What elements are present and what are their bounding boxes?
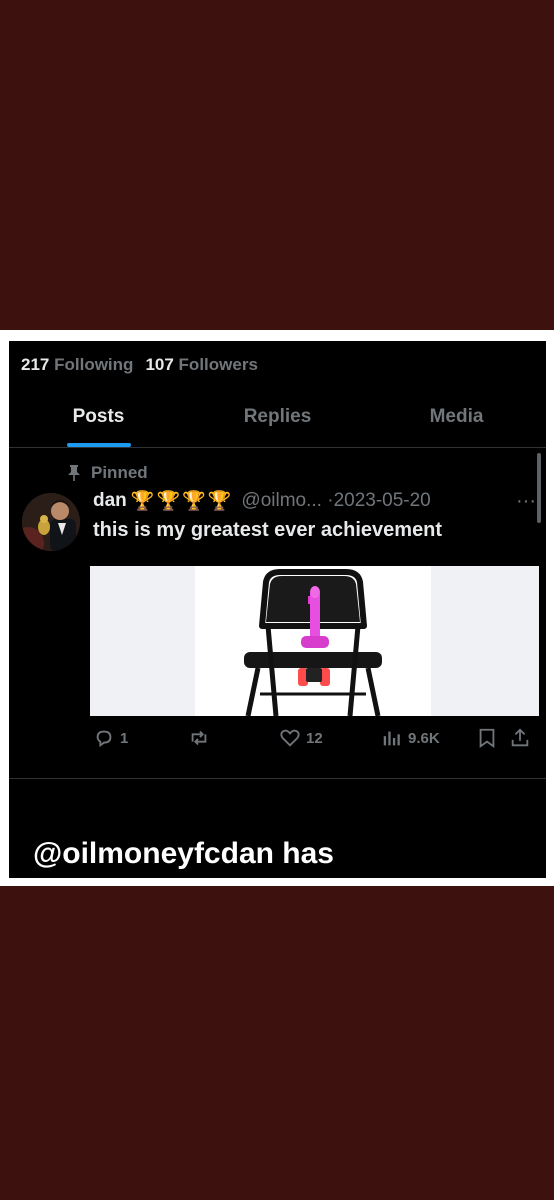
more-options-icon[interactable]: ···	[516, 490, 536, 513]
reply-icon	[96, 730, 112, 748]
tab-replies-label: Replies	[243, 406, 312, 427]
following-label: Following	[54, 355, 134, 374]
pinned-indicator: Pinned	[67, 463, 148, 483]
tab-replies[interactable]: Replies	[188, 391, 367, 447]
heart-icon	[280, 729, 300, 747]
repost-icon	[191, 730, 207, 746]
tab-posts-label: Posts	[72, 406, 125, 427]
followers-count: 107	[145, 355, 174, 374]
tab-media-label: Media	[429, 406, 484, 427]
pin-icon	[68, 465, 80, 481]
profile-tabs: Posts Replies Media	[9, 391, 546, 448]
reply-count: 1	[120, 729, 129, 747]
post-media[interactable]	[90, 566, 539, 716]
view-count: 9.6K	[408, 729, 440, 747]
avatar-image	[22, 493, 80, 551]
profile-screenshot: 217 Following 107 Followers Posts Replie…	[9, 341, 546, 878]
post-date: 2023-05-20	[333, 490, 431, 511]
tab-posts[interactable]: Posts	[9, 391, 188, 447]
post-header: dan 🏆🏆🏆🏆 @oilmo... ·2023-05-20 ···	[93, 489, 536, 513]
like-count: 12	[306, 729, 323, 747]
following-stat[interactable]: 217 Following	[21, 355, 133, 375]
avatar[interactable]	[22, 493, 80, 551]
post-divider	[9, 778, 546, 779]
author-handle: @oilmo...	[241, 490, 322, 511]
scrollbar[interactable]	[537, 453, 541, 523]
followers-stat[interactable]: 107 Followers	[145, 355, 257, 375]
bookmark-icon	[479, 728, 495, 749]
folding-chair-image	[244, 569, 382, 716]
share-icon	[511, 728, 529, 747]
share-button[interactable]	[509, 727, 531, 749]
like-button[interactable]: 12	[279, 727, 323, 749]
bottom-background-band	[0, 886, 554, 1200]
active-tab-indicator	[66, 443, 131, 447]
repost-button[interactable]	[187, 727, 216, 749]
follow-stats: 217 Following 107 Followers	[21, 355, 258, 375]
following-count: 217	[21, 355, 50, 374]
views-button[interactable]: 9.6K	[381, 727, 440, 749]
pinned-label: Pinned	[91, 463, 148, 482]
caption-overlay-text: @oilmoneyfcdan has	[33, 837, 334, 870]
analytics-icon	[383, 731, 400, 746]
post-text: this is my greatest ever achievement	[93, 519, 443, 541]
top-background-band	[0, 0, 554, 330]
author-handle-date[interactable]: @oilmo... ·2023-05-20	[241, 490, 430, 512]
bookmark-button[interactable]	[477, 727, 497, 749]
tab-media[interactable]: Media	[367, 391, 546, 447]
author-name[interactable]: dan	[93, 490, 127, 512]
reply-button[interactable]: 1	[93, 727, 128, 749]
post-actions: 1 12 9.6K	[93, 727, 533, 755]
trophy-badges: 🏆🏆🏆🏆	[130, 491, 234, 512]
followers-label: Followers	[178, 355, 258, 374]
